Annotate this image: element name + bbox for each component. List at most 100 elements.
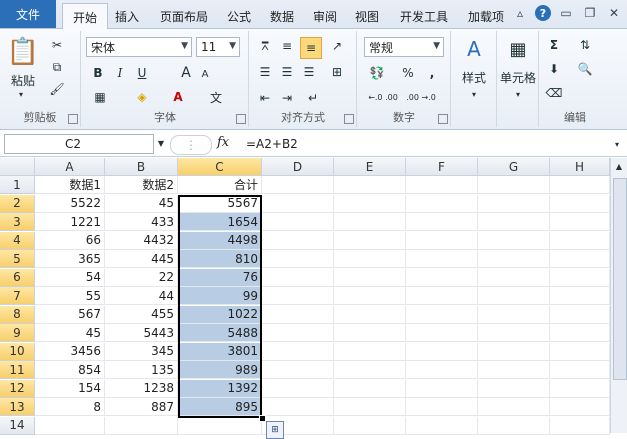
cell-c11[interactable]: 989 (178, 361, 262, 379)
empty-cell[interactable] (550, 305, 610, 324)
comma-button[interactable]: , (424, 65, 440, 81)
tab-developer[interactable]: 开发工具 (392, 4, 456, 28)
font-name-dropdown[interactable]: 宋体 ▼ (86, 37, 192, 57)
column-header-g[interactable]: G (478, 158, 550, 176)
cell-a9[interactable]: 45 (35, 324, 105, 342)
empty-cell[interactable] (550, 342, 610, 361)
cell-a6[interactable]: 54 (35, 268, 105, 287)
empty-cell[interactable] (406, 379, 478, 398)
cell-a3[interactable]: 1221 (35, 213, 105, 231)
empty-cell[interactable] (406, 176, 478, 194)
empty-cell[interactable] (550, 250, 610, 268)
bold-button[interactable]: B (90, 65, 106, 81)
font-launcher-icon[interactable] (236, 114, 246, 124)
borders-icon[interactable]: ▦ (90, 89, 110, 105)
cell-b5[interactable]: 445 (105, 250, 178, 268)
empty-cell[interactable] (406, 324, 478, 342)
cells-dropdown-icon[interactable]: ▾ (512, 89, 524, 99)
row-header[interactable]: 4 (0, 231, 35, 250)
paste-button[interactable]: 粘贴 (4, 73, 42, 88)
cell-c10[interactable]: 3801 (178, 342, 262, 361)
cell-b4[interactable]: 4432 (105, 231, 178, 250)
scroll-up-icon[interactable]: ▲ (613, 160, 625, 172)
cell-a11[interactable]: 854 (35, 361, 105, 379)
empty-cell[interactable] (334, 398, 406, 416)
empty-cell[interactable] (334, 213, 406, 231)
cell-a12[interactable]: 154 (35, 379, 105, 398)
cells-button[interactable]: 单元格 (498, 69, 538, 85)
italic-button[interactable]: I (112, 65, 128, 81)
tab-formulas[interactable]: 公式 (222, 4, 256, 28)
tab-review[interactable]: 审阅 (308, 4, 342, 28)
empty-cell[interactable] (550, 194, 610, 213)
empty-cell[interactable] (550, 416, 610, 435)
empty-cell[interactable] (406, 194, 478, 213)
tab-data[interactable]: 数据 (265, 4, 299, 28)
empty-cell[interactable] (478, 250, 550, 268)
cell-c1[interactable]: 合计 (178, 176, 262, 194)
tab-page-layout[interactable]: 页面布局 (152, 4, 216, 28)
cell-b14[interactable] (105, 416, 178, 435)
increase-indent-icon[interactable]: ⇥ (278, 89, 296, 107)
tab-view[interactable]: 视图 (350, 4, 384, 28)
column-header-h[interactable]: H (550, 158, 610, 176)
clear-icon[interactable]: ⌫ (546, 85, 563, 101)
empty-cell[interactable] (406, 342, 478, 361)
cell-c5[interactable]: 810 (178, 250, 262, 268)
cell-a7[interactable]: 55 (35, 287, 105, 305)
minimize-icon[interactable]: ▭ (557, 4, 575, 22)
cell-a4[interactable]: 66 (35, 231, 105, 250)
empty-cell[interactable] (262, 250, 334, 268)
empty-cell[interactable] (550, 361, 610, 379)
empty-cell[interactable] (478, 416, 550, 435)
empty-cell[interactable] (478, 361, 550, 379)
cell-b12[interactable]: 1238 (105, 379, 178, 398)
empty-cell[interactable] (334, 416, 406, 435)
empty-cell[interactable] (478, 194, 550, 213)
align-top-icon[interactable]: ⩞ (256, 37, 274, 55)
empty-cell[interactable] (262, 398, 334, 416)
empty-cell[interactable] (406, 250, 478, 268)
styles-button[interactable]: 样式 (454, 69, 494, 85)
cell-a14[interactable] (35, 416, 105, 435)
row-header[interactable]: 14 (0, 416, 35, 435)
empty-cell[interactable] (334, 250, 406, 268)
merge-center-icon[interactable]: ⊞ (328, 63, 346, 81)
cell-a5[interactable]: 365 (35, 250, 105, 268)
empty-cell[interactable] (262, 231, 334, 250)
font-size-dropdown[interactable]: 11 ▼ (196, 37, 240, 57)
worksheet-grid[interactable]: A B C D E F G H 1 数据1 数据2 合计 2 5522 45 5567 3 1221 433 1654… (0, 158, 610, 439)
cell-b9[interactable]: 5443 (105, 324, 178, 342)
sort-filter-icon[interactable]: ⇅ (576, 37, 594, 53)
row-header[interactable]: 3 (0, 213, 35, 231)
empty-cell[interactable] (550, 268, 610, 287)
empty-cell[interactable] (262, 287, 334, 305)
column-header-b[interactable]: B (105, 158, 178, 176)
cells-icon[interactable]: ▦ (504, 35, 532, 63)
decrease-indent-icon[interactable]: ⇤ (256, 89, 274, 107)
cell-b2[interactable]: 45 (105, 194, 178, 213)
formula-bar-resize-icon[interactable]: ⋮ (170, 135, 212, 155)
empty-cell[interactable] (334, 342, 406, 361)
cell-c2[interactable]: 5567 (178, 194, 262, 213)
styles-dropdown-icon[interactable]: ▾ (468, 89, 480, 99)
row-header[interactable]: 10 (0, 342, 35, 361)
align-left-icon[interactable]: ☰ (256, 63, 274, 81)
empty-cell[interactable] (478, 268, 550, 287)
cell-c3[interactable]: 1654 (178, 213, 262, 231)
row-header[interactable]: 8 (0, 305, 35, 324)
cell-a8[interactable]: 567 (35, 305, 105, 324)
empty-cell[interactable] (478, 398, 550, 416)
name-box[interactable]: C2 (4, 134, 154, 154)
empty-cell[interactable] (406, 268, 478, 287)
empty-cell[interactable] (478, 213, 550, 231)
insert-function-icon[interactable]: fx (217, 135, 229, 150)
empty-cell[interactable] (406, 287, 478, 305)
empty-cell[interactable] (406, 416, 478, 435)
cell-b3[interactable]: 433 (105, 213, 178, 231)
cell-c14[interactable] (178, 416, 262, 435)
orientation-icon[interactable]: ↗ (328, 37, 346, 55)
help-icon[interactable]: ? (535, 5, 551, 21)
empty-cell[interactable] (262, 342, 334, 361)
row-header[interactable]: 11 (0, 361, 35, 379)
